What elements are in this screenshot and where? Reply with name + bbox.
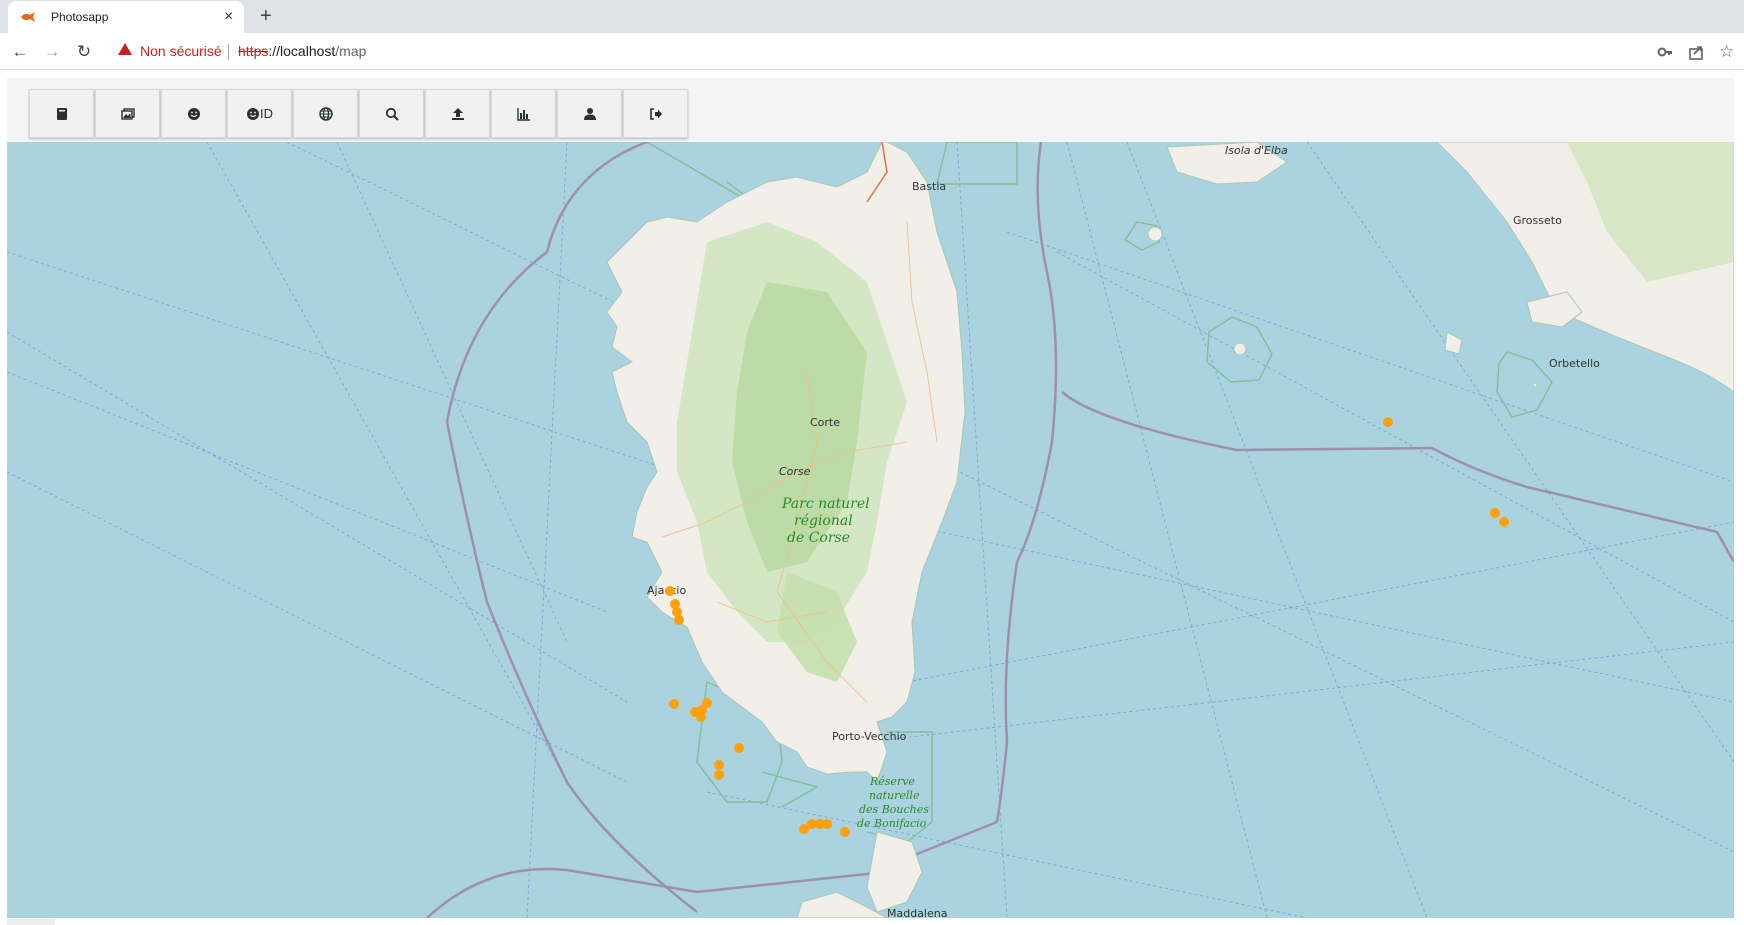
map-button[interactable] <box>293 89 358 138</box>
url-path: /map <box>335 43 367 59</box>
photo-marker[interactable] <box>697 705 707 715</box>
share-icon[interactable] <box>1688 41 1704 63</box>
tab-title: Photosapp <box>51 10 109 24</box>
tuscany-coast <box>1436 142 1734 393</box>
label-corte: Corte <box>810 416 840 429</box>
upload-icon <box>451 107 464 120</box>
label-grosseto: Grosseto <box>1513 214 1562 227</box>
main-toolbar: ID <box>29 89 689 138</box>
photo-marker[interactable] <box>1383 417 1393 427</box>
chart-icon <box>516 107 530 121</box>
url-host: ://localhost <box>268 43 336 59</box>
book-icon <box>56 107 67 120</box>
warning-icon <box>118 43 132 55</box>
url-text: https://localhost/map <box>238 43 366 59</box>
map-canvas[interactable]: Isola d'Elba Grosseto Bastia Orbetello C… <box>7 142 1734 918</box>
tab-close-icon[interactable]: × <box>224 7 233 27</box>
omnibox-separator <box>228 44 229 60</box>
label-corse: Corse <box>779 465 811 478</box>
label-reserve-line1: Réserve <box>869 775 915 788</box>
search-icon <box>385 107 399 121</box>
map-view[interactable]: Isola d'Elba Grosseto Bastia Orbetello C… <box>7 142 1734 918</box>
browser-tab[interactable]: Photosapp × <box>8 1 244 33</box>
new-tab-button[interactable]: + <box>260 5 272 27</box>
star-icon[interactable]: ☆ <box>1719 41 1734 63</box>
browser-tab-strip: Photosapp × + <box>0 0 1744 33</box>
photo-marker[interactable] <box>714 770 724 780</box>
label-reserve-line3: des Bouches <box>859 803 929 816</box>
label-park-line2: régional <box>794 513 853 529</box>
smile-id-icon <box>247 107 259 120</box>
user-button[interactable] <box>557 89 622 138</box>
label-park-line3: de Corse <box>787 530 850 546</box>
page-footer-tab <box>7 919 55 925</box>
photo-marker[interactable] <box>734 743 744 753</box>
label-porto-vecchio: Porto-Vecchio <box>832 730 907 743</box>
images-button[interactable] <box>95 89 160 138</box>
label-park-line1: Parc naturel <box>781 496 870 512</box>
toolbar-strip: ID <box>7 78 1734 142</box>
book-button[interactable] <box>29 89 94 138</box>
fish-favicon-icon <box>21 12 35 22</box>
stats-button[interactable] <box>491 89 556 138</box>
logout-button[interactable] <box>623 89 688 138</box>
images-icon <box>120 107 135 120</box>
back-arrow-icon[interactable]: ← <box>9 41 31 63</box>
label-reserve-line4: de Bonifacio <box>857 817 927 830</box>
label-bastia: Bastia <box>912 180 946 193</box>
photo-marker[interactable] <box>714 760 724 770</box>
globe-icon <box>318 106 333 121</box>
upload-button[interactable] <box>425 89 490 138</box>
label-maddalena: Maddalena <box>887 907 947 918</box>
photo-marker[interactable] <box>674 615 684 625</box>
logout-icon <box>649 107 662 120</box>
search-button[interactable] <box>359 89 424 138</box>
label-isola-elba: Isola d'Elba <box>1225 144 1288 157</box>
corsica-island <box>606 142 966 783</box>
photo-marker[interactable] <box>1490 508 1500 518</box>
photo-marker[interactable] <box>1499 517 1509 527</box>
reload-icon[interactable]: ↻ <box>73 41 95 63</box>
label-orbetello: Orbetello <box>1549 357 1600 370</box>
user-icon <box>583 107 596 120</box>
label-reserve-line2: naturelle <box>869 789 920 802</box>
face-id-label: ID <box>260 106 273 121</box>
security-warning[interactable]: Non sécurisé <box>140 43 222 59</box>
key-icon[interactable] <box>1657 41 1673 63</box>
face-id-button[interactable]: ID <box>227 89 292 138</box>
photo-marker[interactable] <box>840 827 850 837</box>
smile-icon <box>187 107 200 120</box>
photo-marker[interactable] <box>822 819 832 829</box>
address-bar-row: ← → ↻ Non sécurisé https://localhost/map… <box>0 33 1744 70</box>
page: ID Isola d'Elba Grosseto Bastia Orbetell… <box>0 70 1744 925</box>
url-scheme: https <box>238 43 269 59</box>
faces-button[interactable] <box>161 89 226 138</box>
url-field[interactable]: Non sécurisé https://localhost/map <box>108 39 1698 65</box>
forward-arrow-icon[interactable]: → <box>41 41 63 63</box>
photo-marker[interactable] <box>669 699 679 709</box>
photo-marker[interactable] <box>665 586 675 596</box>
